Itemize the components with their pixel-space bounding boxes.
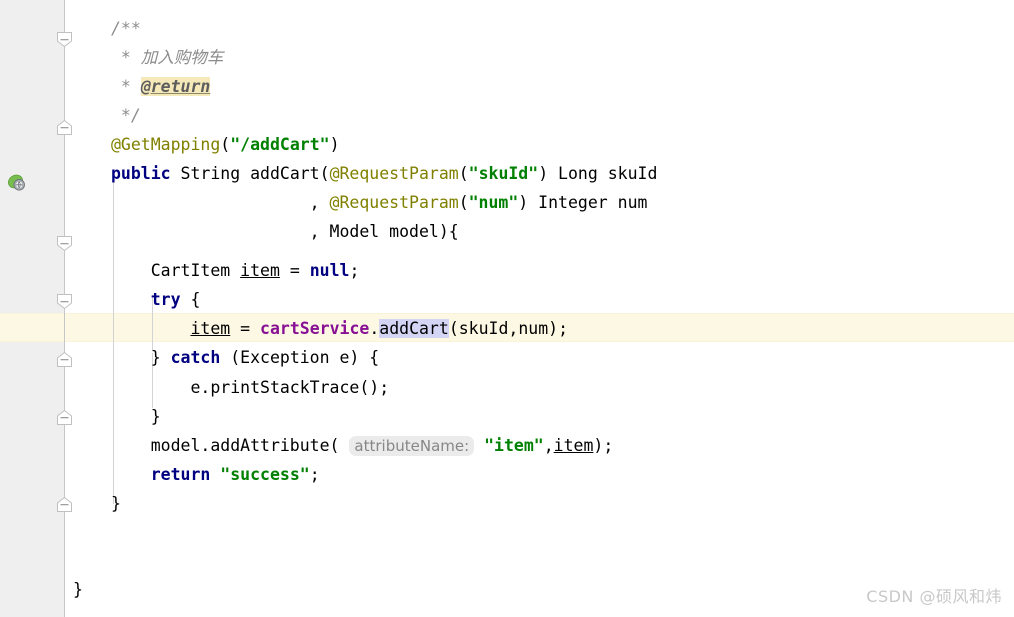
- code-token: * 加入购物车: [111, 48, 224, 67]
- code-token: @RequestParam: [329, 193, 459, 212]
- code-token: /**: [111, 19, 141, 38]
- fold-marker-glyph: [57, 294, 72, 310]
- code-token: try: [150, 290, 181, 309]
- code-token: ;: [349, 261, 360, 280]
- code-token: @return: [140, 77, 211, 96]
- csdn-watermark: CSDN @硕风和炜: [866, 587, 1002, 606]
- code-token: (: [458, 164, 469, 183]
- code-token: null: [309, 261, 350, 280]
- fold-end-try[interactable]: [56, 351, 73, 368]
- code-token: public: [111, 164, 171, 183]
- code-text-area[interactable]: /** * 加入购物车 * @return */@GetMapping("/ad…: [0, 0, 1014, 617]
- code-token: (: [458, 193, 469, 212]
- code-token: @GetMapping: [111, 135, 221, 154]
- code-token: }: [111, 494, 121, 513]
- code-token: item: [553, 436, 594, 455]
- code-token: CartItem: [111, 261, 241, 280]
- code-token: (Exception e) {: [220, 348, 380, 367]
- code-line[interactable]: }: [111, 402, 161, 431]
- code-token: "/addCart": [230, 135, 330, 154]
- code-line[interactable]: * 加入购物车: [111, 43, 223, 72]
- code-line[interactable]: model.addAttribute( attributeName: "item…: [111, 431, 613, 461]
- fold-marker-glyph: [57, 236, 72, 252]
- fold-marker-glyph: [57, 351, 72, 367]
- code-token: "success": [220, 465, 310, 484]
- code-token: cartService: [260, 319, 370, 338]
- code-token: (: [220, 135, 231, 154]
- fold-start-method[interactable]: [56, 235, 73, 252]
- code-line[interactable]: */: [111, 101, 141, 130]
- code-token: @RequestParam: [329, 164, 459, 183]
- code-token: =: [230, 319, 261, 338]
- code-line[interactable]: /**: [111, 14, 141, 43]
- code-line[interactable]: }: [73, 575, 83, 604]
- code-token: "skuId": [468, 164, 539, 183]
- code-line[interactable]: @GetMapping("/addCart"): [111, 130, 340, 159]
- code-token: (skuId,num);: [448, 319, 569, 338]
- code-token: ;: [309, 465, 320, 484]
- code-line[interactable]: item = cartService.addCart(skuId,num);: [111, 314, 568, 343]
- code-token: return: [150, 465, 211, 484]
- code-token: =: [279, 261, 310, 280]
- code-token: }: [111, 407, 161, 426]
- code-token: e.printStackTrace();: [111, 378, 390, 397]
- code-token: item: [240, 261, 280, 280]
- code-token: , Model model){: [111, 222, 459, 241]
- code-token: *: [111, 77, 141, 96]
- code-token: item: [190, 319, 231, 338]
- code-line[interactable]: , @RequestParam("num") Integer num: [111, 188, 648, 217]
- code-editor-window: /** * 加入购物车 * @return */@GetMapping("/ad…: [0, 0, 1014, 617]
- code-token: );: [593, 436, 614, 455]
- fold-start-try[interactable]: [56, 293, 73, 310]
- code-token: attributeName:: [349, 436, 475, 456]
- fold-marker-glyph: [57, 409, 72, 425]
- code-token: ) Long skuId: [538, 164, 658, 183]
- code-token: model.addAttribute(: [111, 436, 350, 455]
- code-token: catch: [170, 348, 221, 367]
- spring-bean-glyph: [7, 174, 25, 191]
- spring-request-mapping-bean-icon[interactable]: [6, 172, 28, 194]
- fold-end-javadoc[interactable]: [56, 119, 73, 136]
- code-line[interactable]: } catch (Exception e) {: [111, 343, 380, 372]
- fold-start-javadoc[interactable]: [56, 31, 73, 48]
- code-line[interactable]: return "success";: [111, 460, 320, 489]
- code-token: String addCart(: [170, 164, 330, 183]
- code-token: }: [111, 348, 171, 367]
- fold-end-method[interactable]: [56, 496, 73, 513]
- code-token: {: [180, 290, 201, 309]
- code-token: "item": [484, 436, 544, 455]
- code-line[interactable]: CartItem item = null;: [111, 256, 360, 285]
- code-token: addCart: [379, 319, 449, 338]
- fold-end-catch[interactable]: [56, 409, 73, 426]
- code-token: */: [111, 106, 141, 125]
- code-token: ) Integer num: [518, 193, 648, 212]
- code-token: .: [369, 319, 380, 338]
- code-line[interactable]: * @return: [111, 72, 211, 101]
- code-token: ,: [543, 436, 554, 455]
- code-line[interactable]: }: [111, 489, 121, 518]
- fold-marker-glyph: [57, 496, 72, 512]
- code-line[interactable]: , Model model){: [111, 217, 459, 246]
- code-token: }: [73, 580, 83, 599]
- code-line[interactable]: try {: [111, 285, 201, 314]
- code-token: ,: [111, 193, 330, 212]
- editor-gutter[interactable]: [0, 0, 64, 617]
- code-line[interactable]: public String addCart(@RequestParam("sku…: [111, 159, 657, 188]
- fold-marker-glyph: [57, 32, 72, 48]
- code-line[interactable]: e.printStackTrace();: [111, 373, 389, 402]
- code-token: ): [329, 135, 340, 154]
- fold-marker-glyph: [57, 119, 72, 135]
- code-token: "num": [468, 193, 519, 212]
